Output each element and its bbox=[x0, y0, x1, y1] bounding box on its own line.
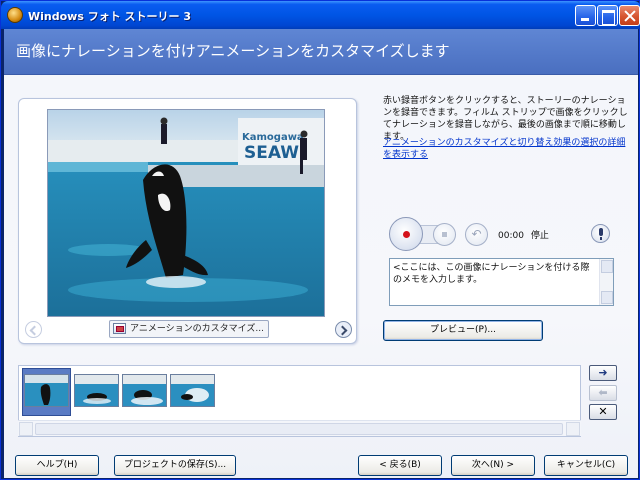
scroll-down-icon[interactable] bbox=[601, 291, 613, 304]
scroll-right-icon[interactable] bbox=[566, 422, 580, 436]
next-image-button[interactable] bbox=[335, 321, 352, 338]
notes-textarea[interactable]: <ここには、この画像にナレーションを付ける際のメモを入力します。 bbox=[389, 258, 614, 306]
scroll-up-icon[interactable] bbox=[601, 260, 613, 273]
customize-animation-label: アニメーションのカスタマイズ... bbox=[130, 324, 264, 334]
preview-button[interactable]: プレビュー(P)... bbox=[383, 320, 543, 341]
app-icon bbox=[7, 7, 23, 23]
svg-text:SEAW: SEAW bbox=[244, 143, 299, 163]
notes-text: <ここには、この画像にナレーションを付ける際のメモを入力します。 bbox=[393, 263, 590, 285]
notes-scrollbar[interactable] bbox=[599, 259, 613, 305]
svg-text:Kamogawa: Kamogawa bbox=[242, 132, 304, 143]
filmstrip-thumbnail-4[interactable] bbox=[170, 374, 215, 407]
next-button[interactable]: 次へ(N) > bbox=[451, 455, 535, 476]
maximize-button[interactable] bbox=[597, 5, 618, 26]
filmstrip-thumbnail-1[interactable] bbox=[24, 374, 69, 407]
details-link[interactable]: アニメーションのカスタマイズと切り替え効果の選択の詳細を表示する bbox=[383, 137, 631, 161]
scrollbar-thumb[interactable] bbox=[35, 423, 563, 435]
photo-story-window: Windows フォト ストーリー 3 画像にナレーションを付けアニメーションを… bbox=[0, 0, 640, 480]
cancel-button[interactable]: キャンセル(C) bbox=[544, 455, 628, 476]
recording-status: 停止 bbox=[530, 231, 549, 241]
close-button[interactable] bbox=[619, 5, 640, 26]
orca-photo-image: Kamogawa SEAW bbox=[48, 110, 324, 316]
preview-photo: Kamogawa SEAW bbox=[47, 109, 325, 317]
move-image-left-button[interactable]: ⬅ bbox=[589, 385, 617, 401]
wizard-content: Kamogawa SEAW アニメーションのカスタマイズ... 赤い録音ボタンを… bbox=[4, 75, 638, 478]
animation-icon bbox=[113, 323, 126, 334]
filmstrip-scrollbar[interactable] bbox=[18, 420, 581, 436]
move-image-right-button[interactable]: ➜ bbox=[589, 365, 617, 381]
title-bar[interactable]: Windows フォト ストーリー 3 bbox=[1, 1, 640, 29]
thumbnail-image bbox=[171, 375, 214, 406]
back-button[interactable]: < 戻る(B) bbox=[358, 455, 442, 476]
save-project-button[interactable]: プロジェクトの保存(S)... bbox=[114, 455, 236, 476]
recording-time: 00:00 停止 bbox=[498, 228, 549, 241]
help-button[interactable]: ヘルプ(H) bbox=[15, 455, 99, 476]
thumbnail-image bbox=[25, 375, 68, 406]
record-button[interactable] bbox=[389, 217, 423, 251]
filmstrip-thumbnail-2[interactable] bbox=[74, 374, 119, 407]
microphone-icon[interactable] bbox=[591, 224, 610, 243]
scroll-left-icon[interactable] bbox=[19, 422, 33, 436]
stop-button[interactable] bbox=[433, 223, 456, 246]
arrow-right-icon: ➜ bbox=[598, 366, 608, 379]
window-title: Windows フォト ストーリー 3 bbox=[28, 10, 192, 23]
thumbnail-image bbox=[123, 375, 166, 406]
filmstrip-thumbnail-3[interactable] bbox=[122, 374, 167, 407]
remove-image-button[interactable]: ✕ bbox=[589, 404, 617, 420]
remove-icon: ✕ bbox=[598, 405, 608, 418]
arrow-left-icon: ⬅ bbox=[598, 386, 608, 399]
undo-icon[interactable]: ↶ bbox=[465, 223, 488, 246]
page-header: 画像にナレーションを付けアニメーションをカスタマイズします bbox=[4, 29, 638, 75]
thumbnail-image bbox=[75, 375, 118, 406]
instructions-text: 赤い録音ボタンをクリックすると、ストーリーのナレーションを録音できます。フィルム… bbox=[383, 96, 628, 142]
minimize-button[interactable] bbox=[575, 5, 596, 26]
narration-recorder: ↶ 00:00 停止 bbox=[389, 217, 609, 251]
previous-image-button[interactable] bbox=[25, 321, 42, 338]
photo-preview-panel: Kamogawa SEAW アニメーションのカスタマイズ... bbox=[18, 98, 357, 344]
recording-time-value: 00:00 bbox=[498, 231, 524, 241]
customize-animation-button[interactable]: アニメーションのカスタマイズ... bbox=[109, 320, 269, 338]
page-title: 画像にナレーションを付けアニメーションをカスタマイズします bbox=[16, 42, 450, 60]
